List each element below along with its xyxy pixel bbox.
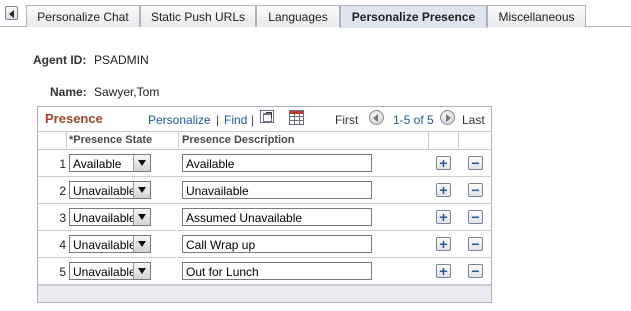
- chevron-down-icon[interactable]: [133, 155, 150, 171]
- presence-state-select[interactable]: Unavailable: [69, 262, 151, 280]
- delete-row-button[interactable]: −: [468, 263, 483, 279]
- presence-state-value: Unavailable: [73, 211, 133, 225]
- column-header-presence-state: *Presence State: [69, 134, 153, 146]
- tab-personalize-presence[interactable]: Personalize Presence: [340, 5, 487, 28]
- tab-scroll-left-icon[interactable]: [5, 6, 18, 20]
- link-separator: |: [216, 113, 220, 127]
- add-row-button[interactable]: +: [436, 182, 451, 198]
- minus-icon: −: [471, 155, 480, 171]
- delete-row-button[interactable]: −: [468, 236, 483, 252]
- row-number: 2: [59, 184, 66, 198]
- agent-id-value: PSADMIN: [94, 53, 149, 67]
- grid-title: Presence: [45, 111, 103, 126]
- first-label: First: [335, 113, 359, 127]
- add-row-button[interactable]: +: [436, 155, 451, 171]
- minus-icon: −: [471, 182, 480, 198]
- presence-state-select[interactable]: Available: [69, 154, 151, 172]
- table-row: 2 Unavailable Unavailable + −: [38, 177, 491, 204]
- presence-state-value: Unavailable: [73, 238, 133, 252]
- presence-state-select[interactable]: Unavailable: [69, 181, 151, 199]
- chevron-down-icon[interactable]: [133, 263, 150, 279]
- grid-footer: [38, 285, 491, 302]
- delete-row-button[interactable]: −: [468, 182, 483, 198]
- grid-header: Presence Personalize | Find | First 1-5 …: [38, 107, 491, 131]
- row-number: 1: [59, 157, 66, 171]
- row-number: 5: [59, 265, 66, 279]
- download-spreadsheet-icon[interactable]: [289, 110, 304, 125]
- minus-icon: −: [471, 209, 480, 225]
- add-row-button[interactable]: +: [436, 236, 451, 252]
- presence-state-value: Available: [73, 157, 122, 171]
- table-row: 1 Available Available + −: [38, 150, 491, 177]
- row-number: 4: [59, 238, 66, 252]
- tab-miscellaneous[interactable]: Miscellaneous: [487, 5, 586, 27]
- view-all-zoom-icon[interactable]: [260, 110, 274, 123]
- presence-description-field[interactable]: Assumed Unavailable: [182, 208, 372, 226]
- tab-static-push-urls[interactable]: Static Push URLs: [140, 5, 256, 27]
- presence-description-field[interactable]: Unavailable: [182, 181, 372, 199]
- personalize-link[interactable]: Personalize: [148, 113, 211, 127]
- add-row-button[interactable]: +: [436, 209, 451, 225]
- plus-icon: +: [439, 155, 448, 171]
- table-row: 4 Unavailable Call Wrap up + −: [38, 231, 491, 258]
- presence-state-select[interactable]: Unavailable: [69, 208, 151, 226]
- column-header-row: *Presence State Presence Description: [38, 131, 491, 150]
- add-row-button[interactable]: +: [436, 263, 451, 279]
- agent-id-label: Agent ID:: [33, 53, 87, 67]
- presence-grid: Presence Personalize | Find | First 1-5 …: [37, 106, 492, 303]
- agent-name-label: Name:: [50, 85, 87, 99]
- last-label: Last: [462, 113, 485, 127]
- table-row: 3 Unavailable Assumed Unavailable + −: [38, 204, 491, 231]
- column-header-presence-description: Presence Description: [182, 134, 295, 146]
- plus-icon: +: [439, 209, 448, 225]
- table-row: 5 Unavailable Out for Lunch + −: [38, 258, 491, 285]
- tab-personalize-chat[interactable]: Personalize Chat: [26, 5, 140, 27]
- presence-description-field[interactable]: Call Wrap up: [182, 235, 372, 253]
- agent-name-value: Sawyer,Tom: [94, 85, 160, 99]
- find-link[interactable]: Find: [224, 113, 247, 127]
- chevron-down-icon[interactable]: [133, 209, 150, 225]
- plus-icon: +: [439, 236, 448, 252]
- presence-state-select[interactable]: Unavailable: [69, 235, 151, 253]
- row-number: 3: [59, 211, 66, 225]
- delete-row-button[interactable]: −: [468, 155, 483, 171]
- previous-row-icon[interactable]: [369, 110, 384, 125]
- plus-icon: +: [439, 182, 448, 198]
- row-range: 1-5 of 5: [393, 113, 434, 127]
- chevron-down-icon[interactable]: [133, 182, 150, 198]
- presence-description-field[interactable]: Out for Lunch: [182, 262, 372, 280]
- minus-icon: −: [471, 236, 480, 252]
- presence-state-value: Unavailable: [73, 184, 133, 198]
- presence-description-field[interactable]: Available: [182, 154, 372, 172]
- link-separator: |: [251, 113, 255, 127]
- chevron-down-icon[interactable]: [133, 236, 150, 252]
- delete-row-button[interactable]: −: [468, 209, 483, 225]
- plus-icon: +: [439, 263, 448, 279]
- next-row-icon[interactable]: [440, 110, 455, 125]
- tab-languages[interactable]: Languages: [256, 5, 340, 27]
- tab-bar: Personalize Chat Static Push URLs Langua…: [0, 5, 631, 28]
- presence-state-value: Unavailable: [73, 265, 133, 279]
- minus-icon: −: [471, 263, 480, 279]
